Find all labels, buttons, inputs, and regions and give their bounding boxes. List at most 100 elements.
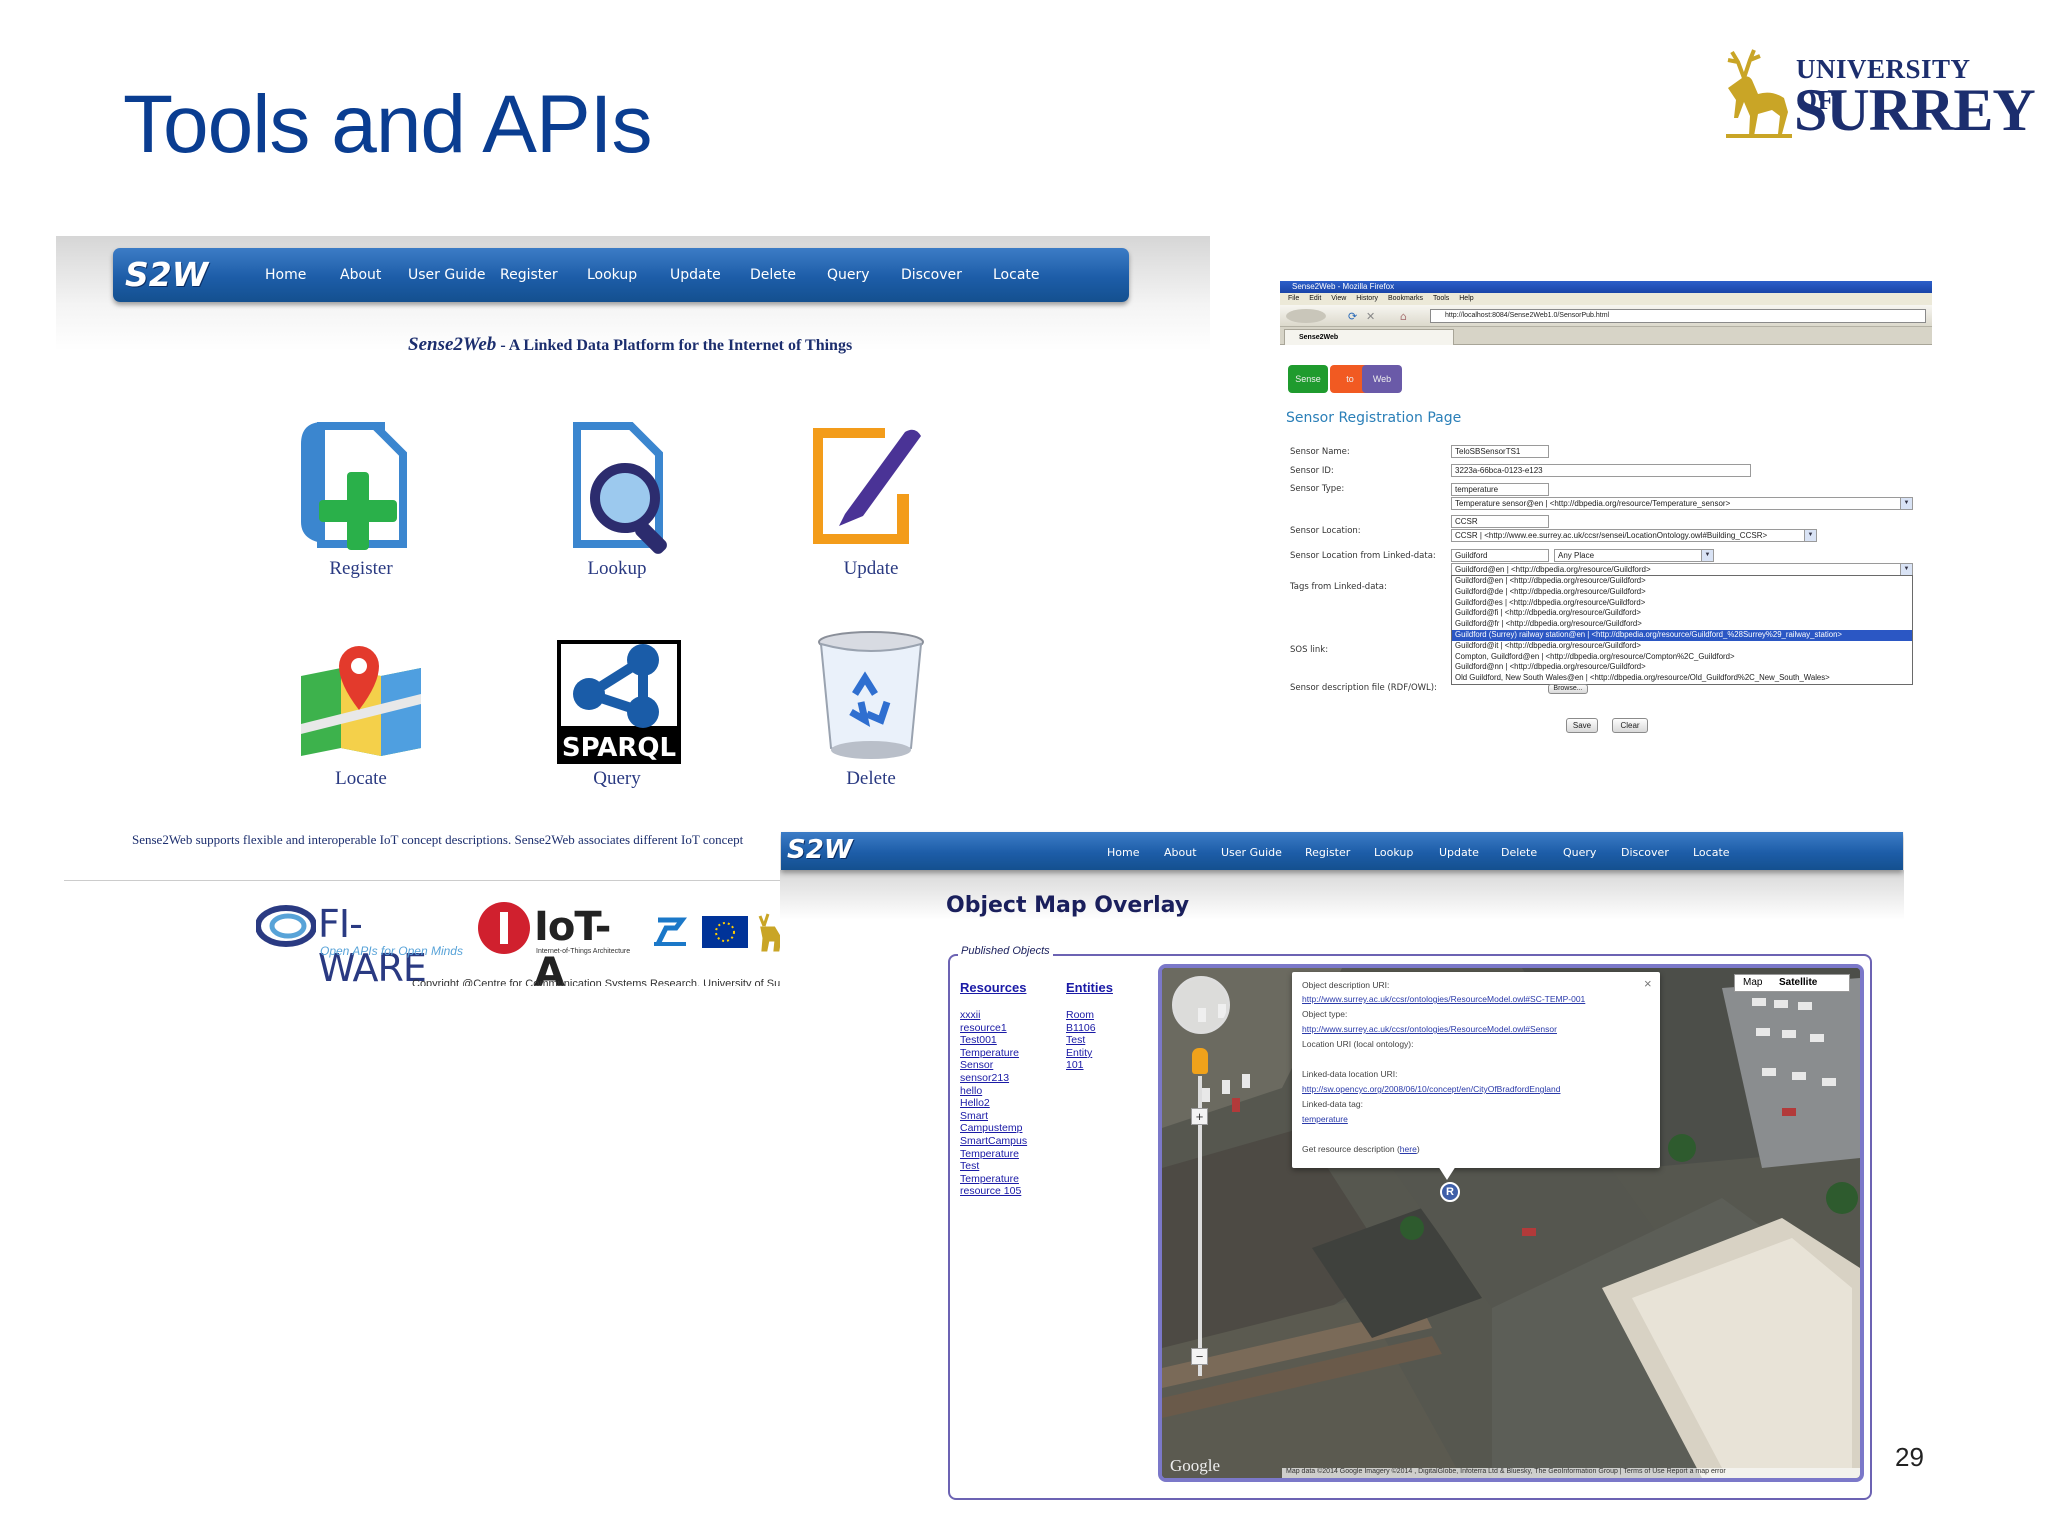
menu-history[interactable]: History bbox=[1356, 295, 1378, 302]
entity-link[interactable]: Room bbox=[1066, 1009, 1096, 1022]
resource-link[interactable]: Temperature bbox=[960, 1173, 1027, 1186]
copyright-text: Copyright @Centre for Communication Syst… bbox=[412, 978, 784, 986]
info-window: × Object description URI: http://www.sur… bbox=[1292, 972, 1660, 1168]
dropdown-option[interactable]: Guildford@de | <http://dbpedia.org/resou… bbox=[1452, 587, 1912, 598]
menu-tools[interactable]: Tools bbox=[1433, 295, 1449, 302]
nav-about[interactable]: About bbox=[1164, 846, 1197, 859]
dropdown-option[interactable]: Guildford@en | <http://dbpedia.org/resou… bbox=[1452, 576, 1912, 587]
resource-link[interactable]: Sensor bbox=[960, 1059, 1027, 1072]
close-icon[interactable]: × bbox=[1644, 976, 1652, 991]
nav-delete[interactable]: Delete bbox=[1501, 846, 1537, 859]
resource-link[interactable]: resource1 bbox=[960, 1022, 1027, 1035]
sensor-location-select[interactable]: CCSR | <http://www.ee.surrey.ac.uk/ccsr/… bbox=[1451, 529, 1817, 542]
resource-link[interactable]: SmartCampus bbox=[960, 1135, 1027, 1148]
nav-locate[interactable]: Locate bbox=[1693, 846, 1730, 859]
info-type-link[interactable]: http://www.surrey.ac.uk/ccsr/ontologies/… bbox=[1302, 1024, 1557, 1034]
zoom-out-button[interactable]: − bbox=[1191, 1348, 1208, 1365]
resource-link[interactable]: Test001 bbox=[960, 1034, 1027, 1047]
tile-locate[interactable]: Locate bbox=[271, 624, 451, 790]
map-marker[interactable]: R bbox=[1440, 1182, 1460, 1202]
street-view-pegman-icon[interactable] bbox=[1192, 1048, 1208, 1074]
info-desc-uri-label: Object description URI: bbox=[1302, 980, 1390, 990]
entity-link[interactable]: 101 bbox=[1066, 1059, 1096, 1072]
tile-register[interactable]: Register bbox=[271, 414, 451, 580]
nav-discover[interactable]: Discover bbox=[901, 267, 962, 283]
info-linked-location-link[interactable]: http://sw.opencyc.org/2008/06/10/concept… bbox=[1302, 1084, 1560, 1094]
nav-discover[interactable]: Discover bbox=[1621, 846, 1669, 859]
resource-link[interactable]: sensor213 bbox=[960, 1072, 1027, 1085]
sensor-name-input[interactable]: TeloSBSensorTS1 bbox=[1451, 445, 1549, 458]
nav-home[interactable]: Home bbox=[265, 267, 306, 283]
nav-lookup[interactable]: Lookup bbox=[587, 267, 637, 283]
sensor-id-label: Sensor ID: bbox=[1290, 466, 1334, 476]
sensor-id-input[interactable]: 3223a-66bca-0123-e123 bbox=[1451, 464, 1751, 477]
nav-update[interactable]: Update bbox=[1439, 846, 1479, 859]
resource-link[interactable]: resource 105 bbox=[960, 1185, 1027, 1198]
tile-update[interactable]: Update bbox=[781, 414, 961, 580]
nav-register[interactable]: Register bbox=[1305, 846, 1350, 859]
entities-heading[interactable]: Entities bbox=[1066, 980, 1113, 995]
browser-nav-buttons-icon[interactable]: ⟳ ✕ ⌂ bbox=[1284, 308, 1424, 324]
dropdown-option[interactable]: Guildford@es | <http://dbpedia.org/resou… bbox=[1452, 598, 1912, 609]
map-type-satellite[interactable]: Satellite bbox=[1779, 977, 1817, 988]
nav-query[interactable]: Query bbox=[1563, 846, 1596, 859]
s2w-brand-logo[interactable]: S2W bbox=[787, 835, 853, 865]
entity-link[interactable]: B1106 bbox=[1066, 1022, 1096, 1035]
sensor-type-input[interactable]: temperature bbox=[1451, 483, 1549, 496]
menu-view[interactable]: View bbox=[1331, 295, 1346, 302]
nav-delete[interactable]: Delete bbox=[750, 267, 796, 283]
nav-home[interactable]: Home bbox=[1107, 846, 1139, 859]
info-desc-uri-link[interactable]: http://www.surrey.ac.uk/ccsr/ontologies/… bbox=[1302, 994, 1585, 1004]
zoom-in-button[interactable]: + bbox=[1191, 1108, 1208, 1125]
tile-query[interactable]: SPARQL Query bbox=[527, 624, 707, 790]
dropdown-option-selected[interactable]: Guildford (Surrey) railway station@en | … bbox=[1452, 629, 1912, 641]
dropdown-option[interactable]: Guildford@fr | <http://dbpedia.org/resou… bbox=[1452, 619, 1912, 630]
tile-lookup[interactable]: Lookup bbox=[527, 414, 707, 580]
dropdown-option[interactable]: Guildford@nn | <http://dbpedia.org/resou… bbox=[1452, 662, 1912, 673]
resource-link[interactable]: Temperature bbox=[960, 1047, 1027, 1060]
menu-help[interactable]: Help bbox=[1459, 295, 1473, 302]
nav-locate[interactable]: Locate bbox=[993, 267, 1040, 283]
resource-link[interactable]: xxxii bbox=[960, 1009, 1027, 1022]
nav-query[interactable]: Query bbox=[827, 267, 870, 283]
linked-location-label: Sensor Location from Linked-data: bbox=[1290, 551, 1436, 561]
resources-heading[interactable]: Resources bbox=[960, 980, 1026, 995]
resource-link[interactable]: Temperature bbox=[960, 1148, 1027, 1161]
nav-about[interactable]: About bbox=[340, 267, 381, 283]
resource-link[interactable]: Smart bbox=[960, 1110, 1027, 1123]
browse-button[interactable]: Browse... bbox=[1548, 684, 1588, 694]
entity-link[interactable]: Entity bbox=[1066, 1047, 1096, 1060]
dropdown-option[interactable]: Old Guildford, New South Wales@en | <htt… bbox=[1452, 673, 1912, 684]
linked-place-select[interactable]: Any Place ▼ bbox=[1554, 549, 1714, 562]
tile-delete[interactable]: Delete bbox=[781, 624, 961, 790]
dropdown-option[interactable]: Compton, Guildford@en | <http://dbpedia.… bbox=[1452, 652, 1912, 663]
s2w-brand-logo[interactable]: S2W bbox=[125, 255, 208, 294]
clear-button[interactable]: Clear bbox=[1612, 718, 1648, 733]
nav-update[interactable]: Update bbox=[670, 267, 721, 283]
map-pan-control[interactable] bbox=[1172, 976, 1230, 1034]
address-bar[interactable]: http://localhost:8084/Sense2Web1.0/Senso… bbox=[1430, 309, 1926, 323]
map-view[interactable]: + − Map Satellite × Object description U… bbox=[1158, 964, 1864, 1482]
sensor-location-input[interactable]: CCSR bbox=[1451, 515, 1549, 528]
save-button[interactable]: Save bbox=[1566, 718, 1598, 733]
map-type-map[interactable]: Map bbox=[1743, 977, 1762, 988]
sensor-type-select[interactable]: Temperature sensor@en | <http://dbpedia.… bbox=[1451, 497, 1913, 510]
nav-lookup[interactable]: Lookup bbox=[1374, 846, 1413, 859]
resource-link[interactable]: hello bbox=[960, 1085, 1027, 1098]
menu-file[interactable]: File bbox=[1288, 295, 1299, 302]
here-link[interactable]: here bbox=[1400, 1144, 1417, 1154]
nav-user-guide[interactable]: User Guide bbox=[1221, 846, 1282, 859]
menu-edit[interactable]: Edit bbox=[1309, 295, 1321, 302]
resource-link[interactable]: Test bbox=[960, 1160, 1027, 1173]
nav-user-guide[interactable]: User Guide bbox=[408, 267, 485, 283]
dropdown-option[interactable]: Guildford@it | <http://dbpedia.org/resou… bbox=[1452, 641, 1912, 652]
nav-register[interactable]: Register bbox=[500, 267, 558, 283]
dropdown-option[interactable]: Guildford@fi | <http://dbpedia.org/resou… bbox=[1452, 608, 1912, 619]
browser-tab[interactable]: Sense2Web bbox=[1284, 329, 1454, 345]
menu-bookmarks[interactable]: Bookmarks bbox=[1388, 295, 1423, 302]
resource-link[interactable]: Campustemp bbox=[960, 1122, 1027, 1135]
info-tag-link[interactable]: temperature bbox=[1302, 1114, 1348, 1124]
resource-link[interactable]: Hello2 bbox=[960, 1097, 1027, 1110]
linked-location-input[interactable]: Guildford bbox=[1451, 549, 1549, 562]
entity-link[interactable]: Test bbox=[1066, 1034, 1096, 1047]
